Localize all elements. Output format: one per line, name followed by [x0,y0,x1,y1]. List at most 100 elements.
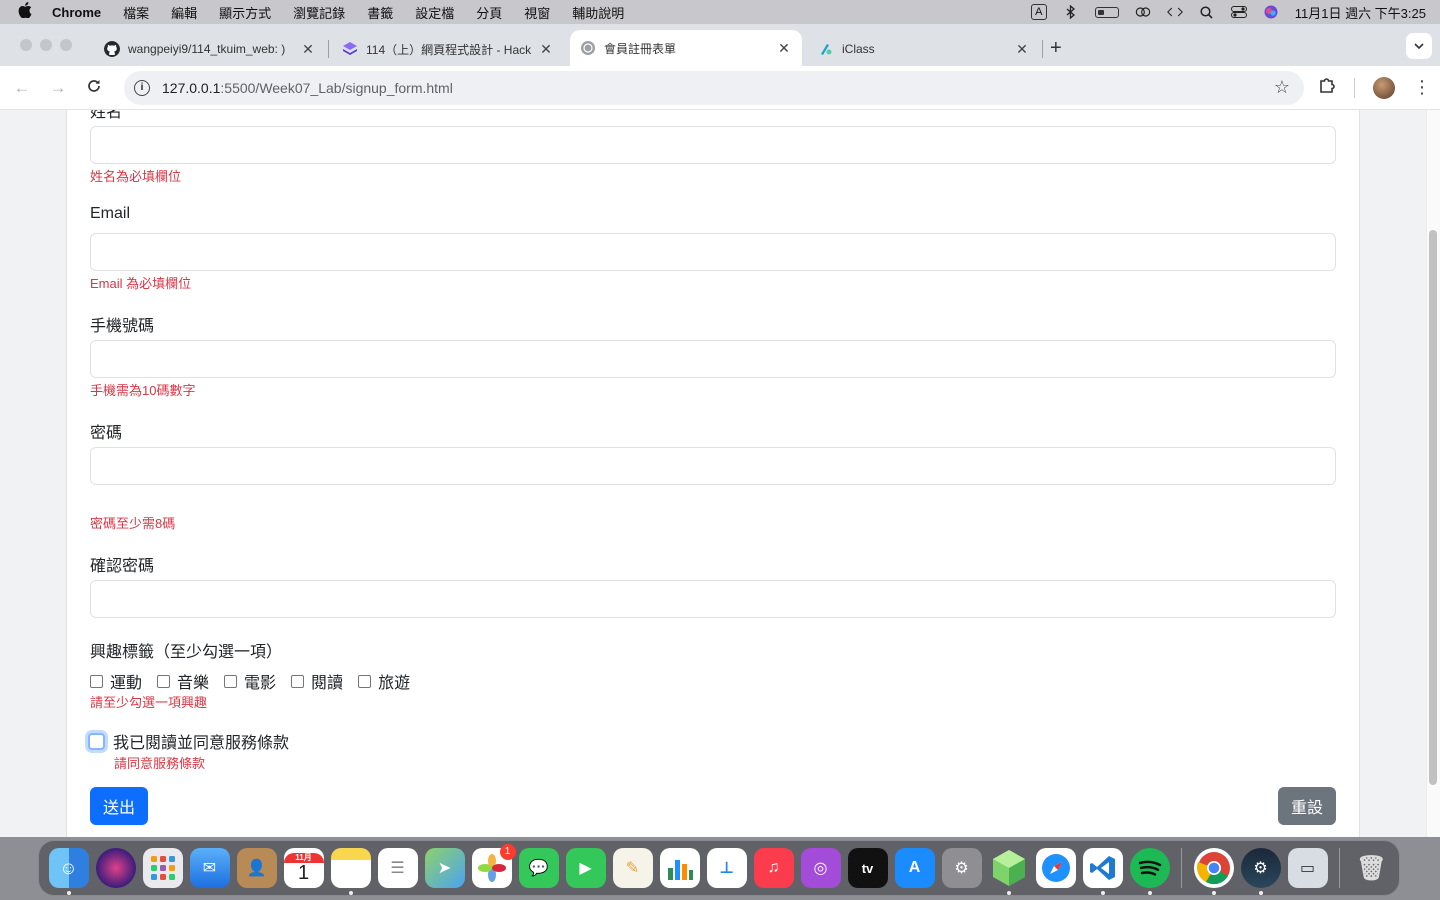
page-scrollbar[interactable] [1426,110,1440,837]
maps-icon[interactable]: ➤ [424,848,465,888]
menu-window[interactable]: 視窗 [524,3,550,22]
chrome-menu-kebab-icon[interactable]: ⋮ [1413,77,1431,98]
link-icon[interactable] [1135,5,1151,19]
vscode-icon[interactable] [1082,848,1123,895]
checkbox[interactable] [291,674,305,688]
close-tab-icon[interactable]: ✕ [538,41,554,58]
siri-app-icon[interactable] [95,848,136,888]
back-arrow-icon[interactable]: ← [4,78,40,98]
podcasts-icon[interactable]: ◎ [800,848,841,888]
interest-label: 音樂 [177,675,210,692]
interest-movies[interactable]: 電影 [224,669,276,693]
pages-icon[interactable]: ✎ [612,848,653,888]
contacts-icon[interactable]: 👤 [236,848,277,888]
close-window-button[interactable] [20,39,32,51]
apple-menu-icon[interactable] [18,2,38,22]
submit-button[interactable]: 送出 [90,787,148,825]
tab-title: wangpeiyi9/114_tkuim_web: ) [128,42,286,56]
interest-reading[interactable]: 閱讀 [291,669,343,693]
battery-icon[interactable] [1094,6,1119,18]
input-source-icon[interactable]: A [1030,4,1047,20]
spotlight-search-icon[interactable] [1199,5,1215,19]
email-input[interactable] [90,233,1336,271]
phone-input[interactable] [90,340,1336,378]
reminders-icon[interactable]: ☰ [377,848,418,888]
menu-help[interactable]: 輔助說明 [572,3,624,22]
confirm-password-input[interactable] [90,580,1336,618]
name-input[interactable] [90,126,1336,164]
facetime-icon[interactable]: ▶ [565,848,606,888]
interest-travel[interactable]: 旅遊 [358,669,410,693]
interest-music[interactable]: 音樂 [157,669,209,693]
checkbox[interactable] [90,674,103,688]
messages-icon[interactable]: 💬 [518,848,559,888]
checkbox[interactable] [157,674,171,688]
menu-tab[interactable]: 分頁 [476,3,502,22]
photos-icon[interactable]: 1 [471,844,516,888]
menu-edit[interactable]: 編輯 [171,3,197,22]
terms-checkbox[interactable] [88,732,105,750]
tab-search-chevron-icon[interactable] [1406,33,1432,59]
cube-app-icon[interactable] [989,848,1029,895]
close-tab-icon[interactable]: ✕ [776,40,792,57]
checkbox[interactable] [358,674,372,688]
checkbox[interactable] [224,674,238,688]
menu-view[interactable]: 顯示方式 [219,3,271,22]
steam-icon[interactable]: ⚙ [1240,848,1281,895]
profile-avatar[interactable] [1373,76,1395,99]
tab-divider [328,40,329,58]
calendar-day: 1 [297,862,310,884]
terms-checkbox-row[interactable]: 我已閱讀並同意服務條款 [88,729,289,753]
system-settings-icon[interactable]: ⚙ [941,848,982,888]
tab-signup-form-active[interactable]: 會員註冊表單 ✕ [570,30,802,66]
reload-icon[interactable] [76,78,112,98]
keynote-icon[interactable]: ⊥ [706,848,747,888]
close-tab-icon[interactable]: ✕ [1014,41,1030,58]
app-store-icon[interactable]: A [894,848,935,888]
control-center-icon[interactable] [1230,5,1247,19]
interest-sports[interactable]: 運動 [90,669,142,693]
tab-iclass[interactable]: iClass ✕ [808,32,1040,66]
menu-profiles[interactable]: 設定檔 [415,3,454,22]
menu-file[interactable]: 檔案 [123,3,149,22]
globe-icon [581,41,595,55]
tab-title: iClass [842,42,875,56]
menubar-clock[interactable]: 11月1日 週六 下午3:25 [1295,3,1426,22]
extensions-puzzle-icon[interactable] [1318,76,1336,99]
music-icon[interactable]: ♫ [753,848,794,888]
trash-icon[interactable]: 🗑 [1352,848,1392,888]
bluetooth-icon[interactable] [1063,5,1079,19]
spotify-icon[interactable] [1129,848,1170,895]
menu-history[interactable]: 瀏覽記錄 [293,3,345,22]
apple-tv-icon[interactable]: tv [847,848,888,888]
numbers-icon[interactable] [659,848,700,888]
finder-icon[interactable]: ☺ [48,848,89,895]
menu-app-name[interactable]: Chrome [52,5,101,20]
tab-hackmd[interactable]: 114（上）網頁程式設計 - Hack ✕ [332,32,564,66]
tab-github[interactable]: wangpeiyi9/114_tkuim_web: ) ✕ [94,32,326,66]
mail-icon[interactable]: ✉ [189,848,230,888]
chrome-icon[interactable] [1193,848,1234,895]
bookmark-star-icon[interactable]: ☆ [1274,77,1290,98]
siri-icon[interactable] [1263,5,1279,19]
dock-divider [1181,848,1182,888]
forward-arrow-icon[interactable]: → [40,78,76,98]
code-brackets-icon[interactable] [1166,5,1183,19]
menu-bookmarks[interactable]: 書籤 [367,3,393,22]
minimize-window-button[interactable] [40,39,52,51]
email-label: Email [90,205,131,222]
calendar-icon[interactable]: 11月 1 [283,848,324,888]
scrollbar-thumb[interactable] [1429,230,1437,785]
new-tab-icon[interactable]: + [1050,37,1062,60]
reset-button[interactable]: 重設 [1278,787,1336,825]
safari-icon[interactable] [1035,848,1076,888]
launchpad-icon[interactable] [142,848,183,888]
screen-sharing-icon[interactable]: ▭ [1287,848,1328,888]
close-tab-icon[interactable]: ✕ [300,41,316,58]
notes-icon[interactable] [330,848,371,895]
password-input[interactable] [90,447,1336,485]
address-bar[interactable]: i 127.0.0.1 :5500/Week07_Lab/signup_form… [124,70,1304,105]
site-info-icon[interactable]: i [134,79,150,96]
confirm-password-label: 確認密碼 [90,558,155,575]
zoom-window-button[interactable] [60,39,72,51]
